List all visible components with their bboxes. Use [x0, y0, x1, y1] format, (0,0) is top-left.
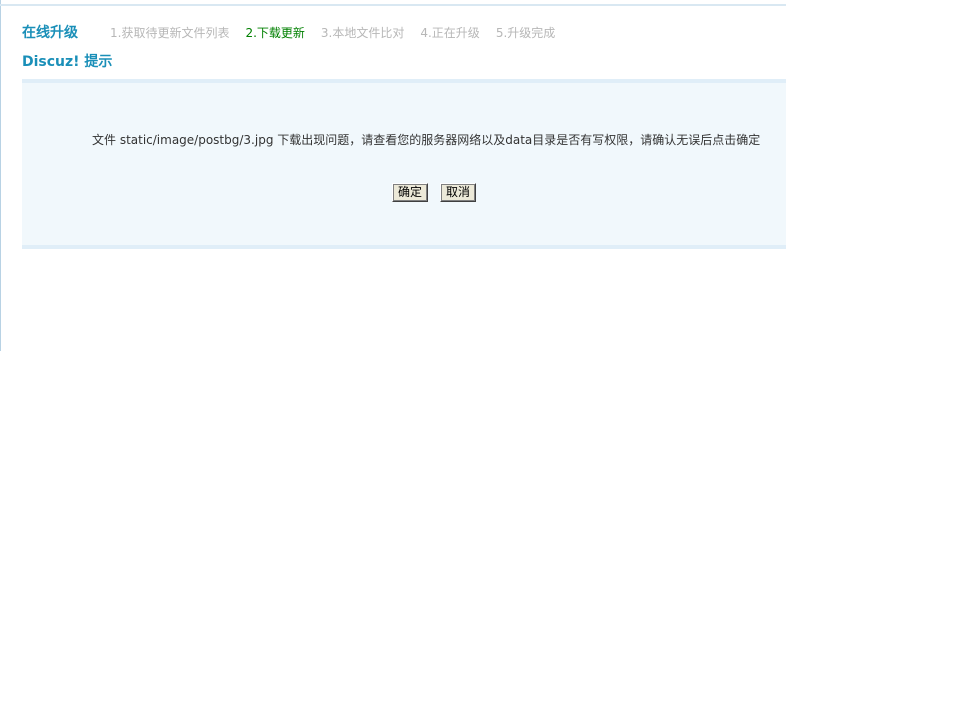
- message-box: 文件 static/image/postbg/3.jpg 下载出现问题，请查看您…: [22, 79, 786, 249]
- error-message: 文件 static/image/postbg/3.jpg 下载出现问题，请查看您…: [92, 133, 761, 147]
- cancel-button[interactable]: 取消: [440, 183, 477, 202]
- confirm-button[interactable]: 确定: [392, 183, 429, 202]
- step-5: 5.升级完成: [495, 25, 556, 40]
- page-title: 在线升级: [22, 25, 78, 41]
- step-1: 1.获取待更新文件列表: [110, 25, 230, 40]
- upgrade-header: 在线升级 1.获取待更新文件列表 2.下载更新 3.本地文件比对 4.正在升级 …: [22, 22, 571, 42]
- top-divider: [0, 4, 786, 6]
- button-group: 确定 取消: [392, 183, 477, 202]
- step-4: 4.正在升级: [420, 25, 480, 40]
- dialog-title: Discuz! 提示: [22, 54, 113, 70]
- step-2-current: 2.下载更新: [245, 25, 305, 40]
- step-3: 3.本地文件比对: [320, 25, 405, 40]
